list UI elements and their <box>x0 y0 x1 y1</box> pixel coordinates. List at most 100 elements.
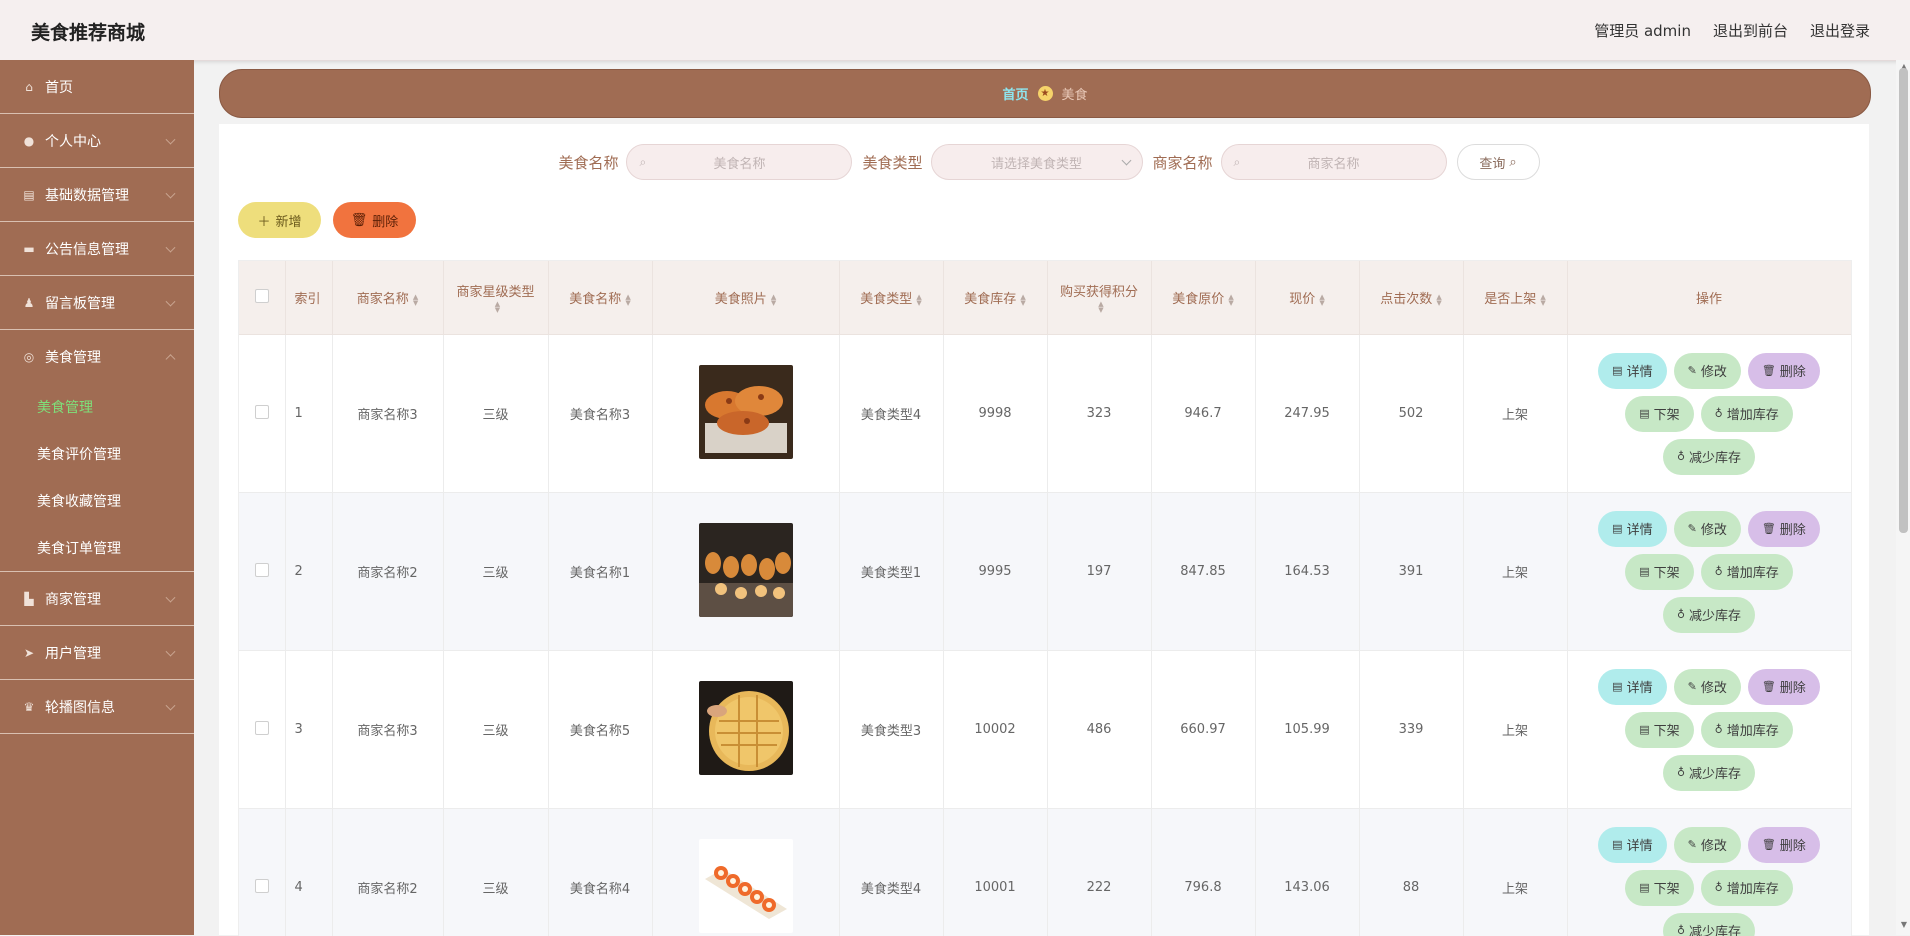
food-type-label: 美食类型 <box>862 152 922 173</box>
sidebar-item-food[interactable]: ◎ 美食管理 <box>0 330 194 383</box>
sub-item-food-manage[interactable]: 美食管理 <box>0 383 194 430</box>
sort-icon[interactable]: ▲▼ <box>625 294 630 306</box>
delete-button[interactable]: 🗑删除 <box>1748 827 1820 863</box>
sidebar-item-home[interactable]: ⌂ 首页 <box>0 60 194 114</box>
sort-icon[interactable]: ▲▼ <box>1228 294 1233 306</box>
col-food-name[interactable]: 美食名称▲▼ <box>548 261 652 335</box>
off-shelf-button[interactable]: ▤下架 <box>1625 712 1693 748</box>
col-price[interactable]: 现价▲▼ <box>1255 261 1359 335</box>
select-all-cell[interactable] <box>239 261 285 335</box>
sort-icon[interactable]: ▲▼ <box>1098 301 1103 313</box>
food-type-select[interactable]: 请选择美食类型 <box>931 144 1143 180</box>
food-name-label: 美食名称 <box>558 152 618 173</box>
chevron-down-icon <box>166 242 176 252</box>
sort-icon[interactable]: ▲▼ <box>1319 294 1324 306</box>
decrease-stock-button[interactable]: ♁减少库存 <box>1663 755 1755 791</box>
sub-item-food-favorite[interactable]: 美食收藏管理 <box>0 477 194 524</box>
sort-icon[interactable]: ▲▼ <box>771 294 776 306</box>
increase-stock-label: 增加库存 <box>1727 878 1779 897</box>
row-select-cell[interactable] <box>239 335 285 493</box>
col-merchant[interactable]: 商家名称▲▼ <box>332 261 443 335</box>
increase-stock-button[interactable]: ♁增加库存 <box>1701 396 1793 432</box>
off-shelf-button[interactable]: ▤下架 <box>1625 396 1693 432</box>
pencil-icon: ✎ <box>1688 522 1697 535</box>
col-photo[interactable]: 美食照片▲▼ <box>652 261 839 335</box>
logout-link[interactable]: 退出登录 <box>1810 20 1870 41</box>
cell-star: 三级 <box>443 651 548 809</box>
col-stock[interactable]: 美食库存▲▼ <box>943 261 1047 335</box>
merchant-name-input[interactable]: ⌕ 商家名称 <box>1221 144 1447 180</box>
decrease-stock-button[interactable]: ♁减少库存 <box>1663 439 1755 475</box>
table-row: 4商家名称2三级美食名称4美食类型410001222796.8143.0688上… <box>239 809 1851 936</box>
delete-button[interactable]: 🗑删除 <box>1748 353 1820 389</box>
sidebar-item-label: 个人中心 <box>45 131 101 151</box>
sidebar-item-message-board[interactable]: ♟ 留言板管理 <box>0 276 194 330</box>
sidebar-item-merchant[interactable]: ▙ 商家管理 <box>0 572 194 626</box>
col-star[interactable]: 商家星级类型▲▼ <box>443 261 548 335</box>
row-checkbox[interactable] <box>255 405 269 419</box>
sort-icon[interactable]: ▲▼ <box>916 294 921 306</box>
increase-stock-button[interactable]: ♁增加库存 <box>1701 554 1793 590</box>
decrease-stock-button[interactable]: ♁减少库存 <box>1663 597 1755 633</box>
row-checkbox[interactable] <box>255 879 269 893</box>
col-on-shelf[interactable]: 是否上架▲▼ <box>1463 261 1567 335</box>
pencil-icon: ✎ <box>1688 364 1697 377</box>
breadcrumb-home[interactable]: 首页 <box>1002 84 1028 103</box>
delete-button[interactable]: 🗑删除 <box>1748 511 1820 547</box>
cell-food-name: 美食名称4 <box>548 809 652 936</box>
col-orig-price[interactable]: 美食原价▲▼ <box>1151 261 1255 335</box>
row-select-cell[interactable] <box>239 651 285 809</box>
delete-button[interactable]: 🗑删除 <box>1748 669 1820 705</box>
increase-stock-button[interactable]: ♁增加库存 <box>1701 712 1793 748</box>
edit-button[interactable]: ✎修改 <box>1674 511 1741 547</box>
increase-stock-button[interactable]: ♁增加库存 <box>1701 870 1793 906</box>
query-button[interactable]: 查询 ⌕ <box>1457 144 1540 180</box>
scroll-down-icon[interactable]: ▼ <box>1901 920 1907 929</box>
sidebar-item-user[interactable]: ➤ 用户管理 <box>0 626 194 680</box>
edit-button[interactable]: ✎修改 <box>1674 353 1741 389</box>
row-select-cell[interactable] <box>239 493 285 651</box>
col-type[interactable]: 美食类型▲▼ <box>839 261 943 335</box>
detail-button[interactable]: ▤详情 <box>1598 669 1666 705</box>
sidebar-item-personal[interactable]: ● 个人中心 <box>0 114 194 168</box>
sub-item-food-review[interactable]: 美食评价管理 <box>0 430 194 477</box>
add-button[interactable]: ＋ 新增 <box>238 202 321 238</box>
sidebar-item-notice[interactable]: ▬ 公告信息管理 <box>0 222 194 276</box>
sort-icon[interactable]: ▲▼ <box>1436 294 1441 306</box>
detail-button[interactable]: ▤详情 <box>1598 511 1666 547</box>
exit-to-front-link[interactable]: 退出到前台 <box>1713 20 1788 41</box>
off-shelf-button[interactable]: ▤下架 <box>1625 870 1693 906</box>
food-name-input[interactable]: ⌕ 美食名称 <box>626 144 852 180</box>
sort-icon[interactable]: ▲▼ <box>1540 294 1545 306</box>
decrease-stock-button[interactable]: ♁减少库存 <box>1663 913 1755 936</box>
row-checkbox[interactable] <box>255 721 269 735</box>
row-checkbox[interactable] <box>255 563 269 577</box>
cell-merchant: 商家名称2 <box>332 809 443 936</box>
sort-icon[interactable]: ▲▼ <box>1020 294 1025 306</box>
bulb-icon: ♁ <box>1677 924 1685 936</box>
sort-icon[interactable]: ▲▼ <box>413 294 418 306</box>
increase-stock-label: 增加库存 <box>1727 404 1779 423</box>
cell-on-shelf: 上架 <box>1463 493 1567 651</box>
select-all-checkbox[interactable] <box>255 289 269 303</box>
sub-item-food-order[interactable]: 美食订单管理 <box>0 524 194 571</box>
sushi-roll-photo <box>699 922 793 936</box>
scrollbar-thumb[interactable] <box>1899 68 1908 533</box>
detail-button[interactable]: ▤详情 <box>1598 827 1666 863</box>
col-points[interactable]: 购买获得积分▲▼ <box>1047 261 1151 335</box>
cell-points: 197 <box>1047 493 1151 651</box>
row-select-cell[interactable] <box>239 809 285 936</box>
off-shelf-button[interactable]: ▤下架 <box>1625 554 1693 590</box>
sidebar-item-basic-data[interactable]: ▤ 基础数据管理 <box>0 168 194 222</box>
sidebar-item-label: 美食管理 <box>45 347 101 367</box>
home-icon: ⌂ <box>22 80 36 94</box>
edit-button[interactable]: ✎修改 <box>1674 827 1741 863</box>
detail-button[interactable]: ▤详情 <box>1598 353 1666 389</box>
delete-label: 删除 <box>1780 677 1806 696</box>
batch-delete-button[interactable]: 🗑 删除 <box>333 202 416 238</box>
sidebar-item-carousel[interactable]: ♛ 轮播图信息 <box>0 680 194 734</box>
col-clicks[interactable]: 点击次数▲▼ <box>1359 261 1463 335</box>
cell-operations: ▤详情✎修改🗑删除 ▤下架♁增加库存 ♁减少库存 <box>1567 335 1851 493</box>
edit-button[interactable]: ✎修改 <box>1674 669 1741 705</box>
sort-icon[interactable]: ▲▼ <box>495 301 500 313</box>
